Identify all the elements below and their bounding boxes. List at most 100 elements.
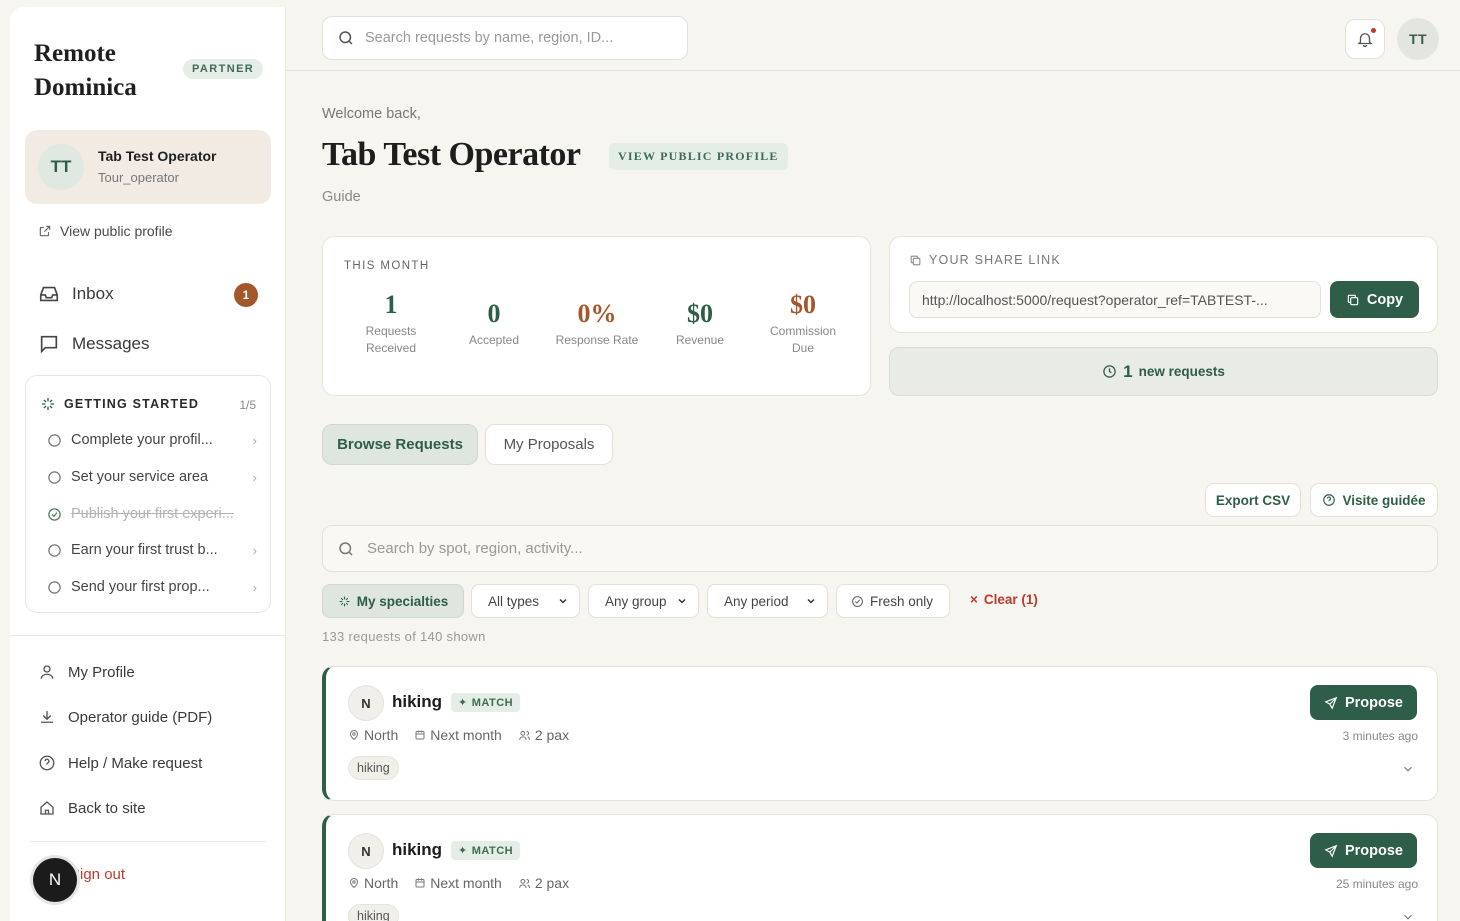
filter-my-specialties[interactable]: My specialties	[322, 584, 464, 618]
circle-icon	[47, 543, 62, 558]
requester-avatar: N	[348, 685, 384, 721]
share-link-field[interactable]: http://localhost:5000/request?operator_r…	[909, 281, 1321, 318]
welcome-text: Welcome back,	[322, 106, 421, 122]
view-public-profile-link[interactable]: View public profile	[38, 223, 173, 239]
stats-period-label: THIS MONTH	[344, 260, 430, 272]
request-search-placeholder: Search by spot, region, activity...	[367, 540, 583, 557]
request-pax: 2 pax	[534, 875, 570, 891]
expand-chevron-icon[interactable]	[1401, 910, 1415, 921]
divider	[10, 635, 286, 636]
top-bar: Search requests by name, region, ID... T…	[286, 7, 1460, 71]
stat-commission-due: $0 Commission Due	[769, 290, 836, 355]
request-region: North	[364, 875, 399, 891]
chevron-down-icon	[676, 595, 688, 607]
sidebar-item-inbox[interactable]: Inbox 1	[38, 283, 258, 307]
send-icon	[1324, 844, 1338, 858]
tab-my-proposals[interactable]: My Proposals	[485, 424, 613, 465]
circle-icon	[47, 580, 62, 595]
sidebar: Remote Dominica PARTNER TT Tab Test Oper…	[10, 7, 286, 921]
chevron-right-icon: ›	[252, 469, 257, 485]
request-meta: North Next month 2 pax	[348, 875, 569, 891]
page-title: Tab Test Operator	[322, 136, 581, 173]
stat-revenue: $0 Revenue	[675, 299, 725, 347]
inbox-count-badge: 1	[234, 283, 258, 307]
clock-icon	[1102, 364, 1117, 379]
send-icon	[1324, 696, 1338, 710]
user-avatar[interactable]: TT	[1397, 18, 1439, 60]
sign-out-button[interactable]: Sign out	[70, 866, 125, 883]
match-badge: ✦ MATCH	[451, 693, 521, 712]
partner-badge: PARTNER	[183, 59, 264, 79]
propose-button[interactable]: Propose	[1310, 685, 1417, 720]
profile-card[interactable]: TT Tab Test Operator Tour_operator	[25, 130, 271, 204]
sidebar-item-back-to-site[interactable]: Back to site	[38, 799, 146, 817]
calendar-icon	[414, 729, 426, 741]
check-circle-icon	[47, 507, 62, 522]
user-icon	[38, 663, 56, 681]
getting-started-card: GETTING STARTED 1/5 Complete your profil…	[25, 375, 271, 613]
request-pax: 2 pax	[534, 727, 570, 743]
request-card[interactable]: N hiking ✦ MATCH North Next month 2 pax …	[322, 814, 1438, 921]
guided-tour-button[interactable]: Visite guidée	[1310, 483, 1438, 517]
stats-card: THIS MONTH 1 Requests Received 0 Accepte…	[322, 236, 871, 396]
filter-period-select[interactable]: Any period	[707, 584, 828, 618]
filter-fresh-only[interactable]: Fresh only	[836, 584, 950, 618]
expand-chevron-icon[interactable]	[1401, 762, 1415, 776]
sidebar-item-help[interactable]: Help / Make request	[38, 754, 202, 772]
circle-icon	[47, 470, 62, 485]
checklist-item[interactable]: Earn your first trust b... ›	[47, 542, 257, 558]
checklist-item[interactable]: Complete your profil... ›	[47, 432, 257, 448]
location-pin-icon	[348, 877, 360, 889]
sidebar-item-messages[interactable]: Messages	[38, 333, 258, 355]
activity-tag: hiking	[348, 756, 399, 780]
calendar-icon	[414, 877, 426, 889]
view-public-profile-button[interactable]: VIEW PUBLIC PROFILE	[609, 143, 788, 170]
chevron-right-icon: ›	[252, 542, 257, 558]
new-requests-label: new requests	[1138, 364, 1225, 379]
new-requests-banner[interactable]: 1 new requests	[889, 347, 1438, 396]
help-icon	[1322, 493, 1336, 507]
sidebar-item-label: Messages	[72, 334, 150, 353]
request-search-input[interactable]: Search by spot, region, activity...	[322, 525, 1438, 572]
checklist-item[interactable]: Send your first prop... ›	[47, 579, 257, 595]
share-link-card: YOUR SHARE LINK http://localhost:5000/re…	[889, 236, 1438, 333]
sparkle-icon	[338, 595, 351, 608]
notification-dot	[1371, 28, 1376, 33]
top-search-input[interactable]: Search requests by name, region, ID...	[322, 16, 688, 60]
notifications-button[interactable]	[1345, 19, 1385, 59]
activity-tag: hiking	[348, 904, 399, 921]
clear-filters-button[interactable]: × Clear (1)	[970, 592, 1038, 607]
request-when: Next month	[430, 875, 502, 891]
requester-avatar: N	[348, 833, 384, 869]
checklist-item[interactable]: Publish your first experi...	[47, 506, 257, 522]
sidebar-item-my-profile[interactable]: My Profile	[38, 663, 135, 681]
profile-name: Tab Test Operator	[98, 148, 217, 164]
filter-group-select[interactable]: Any group	[588, 584, 699, 618]
propose-button[interactable]: Propose	[1310, 833, 1417, 868]
export-csv-button[interactable]: Export CSV	[1205, 483, 1301, 517]
match-badge: ✦ MATCH	[451, 841, 521, 860]
help-icon	[38, 754, 56, 772]
copy-link-button[interactable]: Copy	[1330, 281, 1419, 318]
filter-types-select[interactable]: All types	[471, 584, 580, 618]
download-icon	[38, 708, 56, 726]
sparkle-icon: ✦	[458, 697, 468, 709]
operator-role: Guide	[322, 189, 361, 205]
search-icon	[337, 540, 355, 558]
check-circle-icon	[851, 595, 864, 608]
stat-accepted: 0 Accepted	[468, 299, 520, 347]
tab-browse-requests[interactable]: Browse Requests	[322, 424, 478, 465]
getting-started-progress: 1/5	[239, 398, 256, 412]
sidebar-item-operator-guide[interactable]: Operator guide (PDF)	[38, 708, 212, 726]
floating-avatar-button[interactable]: N	[33, 858, 77, 902]
request-title: hiking	[392, 692, 443, 711]
request-card[interactable]: N hiking ✦ MATCH North Next month 2 pax …	[322, 666, 1438, 801]
home-icon	[38, 799, 56, 817]
brand-logo[interactable]: Remote Dominica	[34, 37, 164, 105]
chevron-right-icon: ›	[252, 579, 257, 595]
new-requests-count: 1	[1123, 361, 1133, 381]
request-meta: North Next month 2 pax	[348, 727, 569, 743]
checklist-item[interactable]: Set your service area ›	[47, 469, 257, 485]
stat-response-rate: 0% Response Rate	[555, 299, 639, 347]
request-title: hiking	[392, 840, 443, 859]
